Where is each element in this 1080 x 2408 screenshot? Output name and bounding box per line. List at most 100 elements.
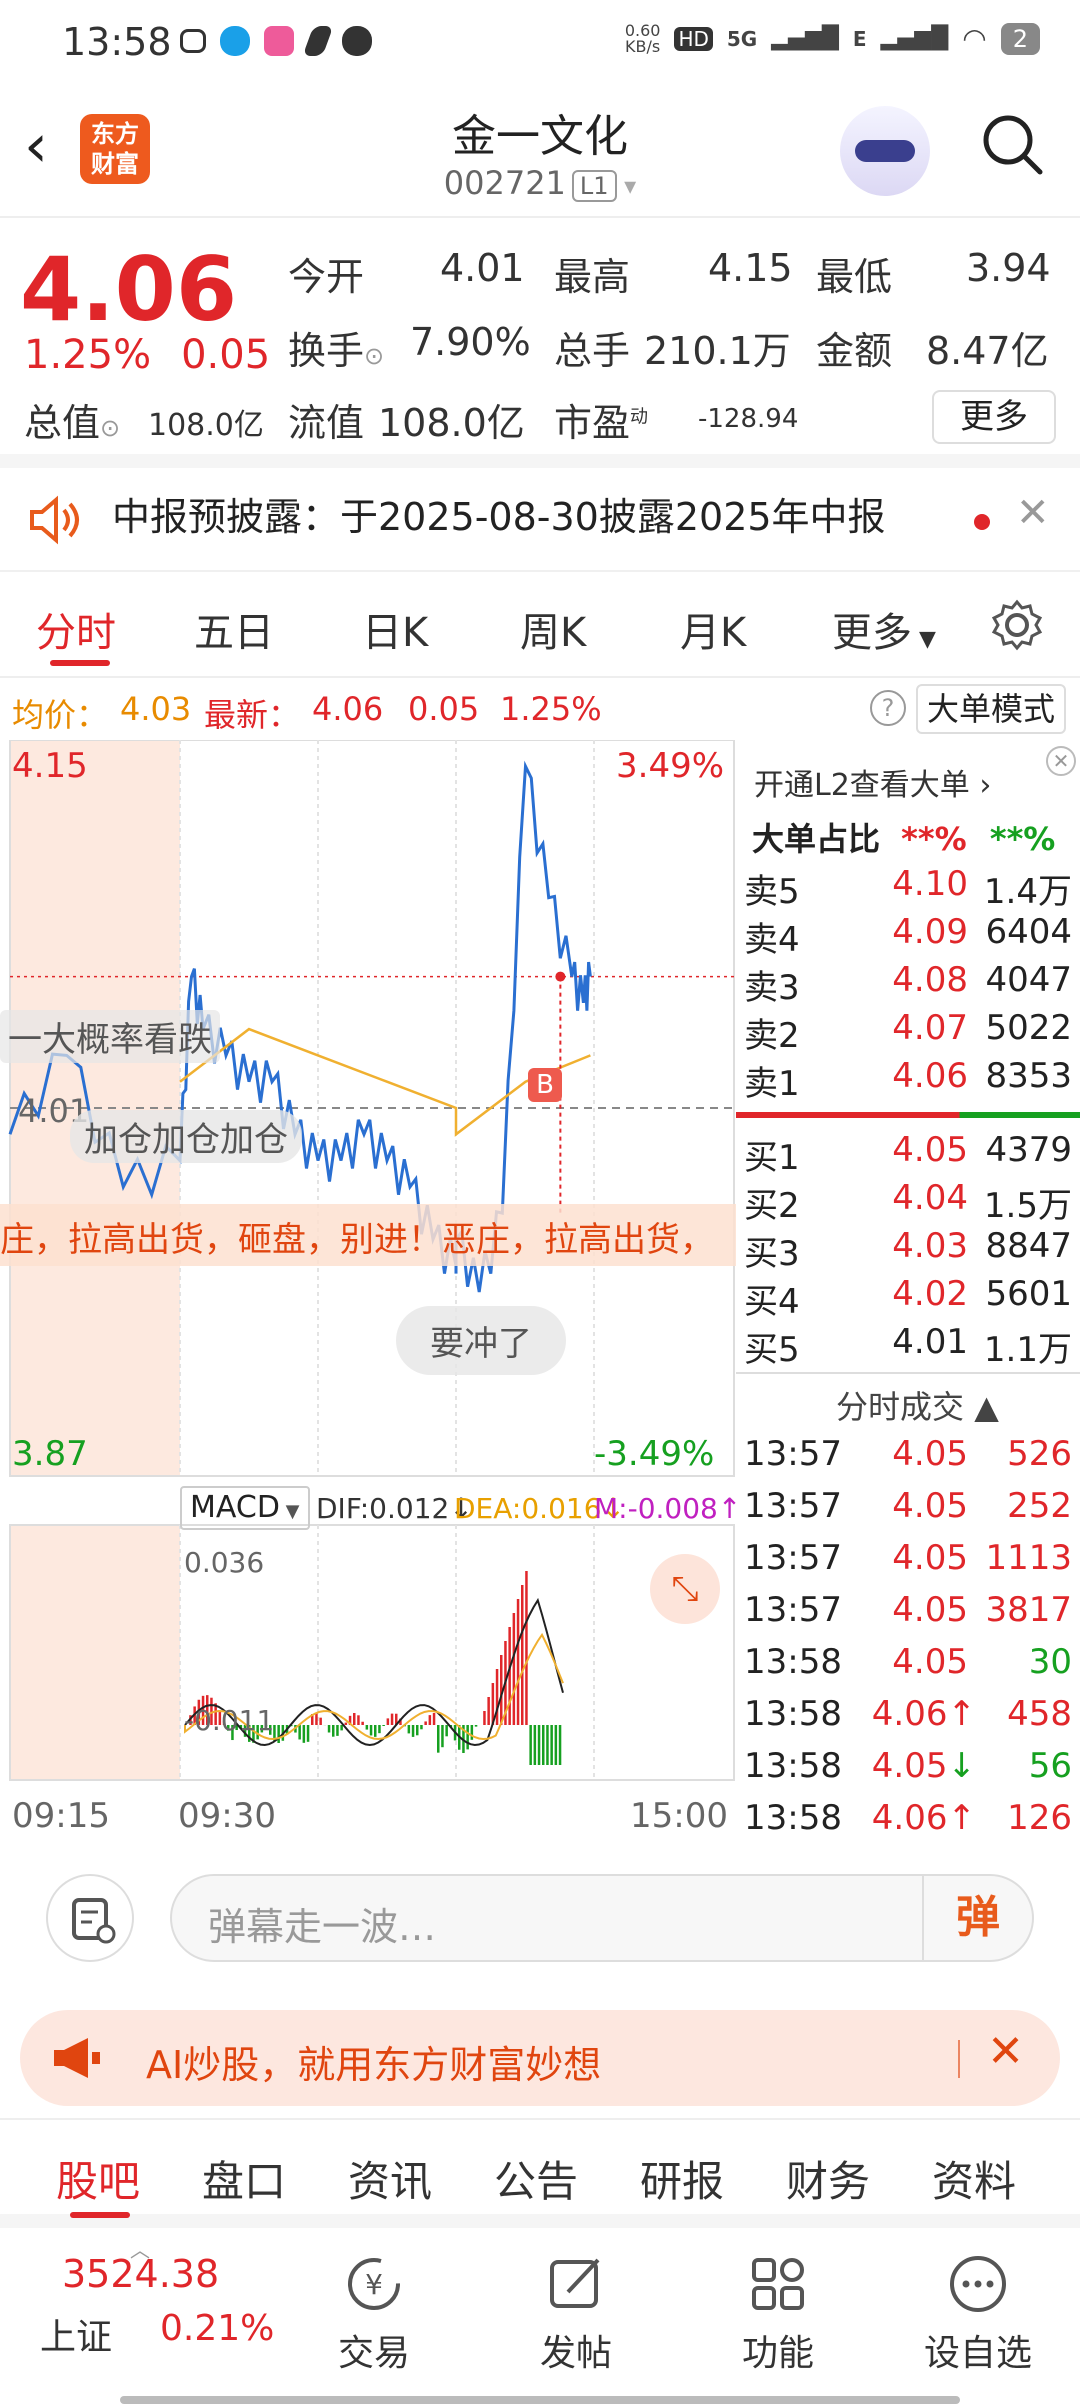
tick-row: 13:58 4.05↓ 56: [736, 1746, 1080, 1794]
tick-row: 13:57 4.05 3817: [736, 1590, 1080, 1638]
tick-qty: 3817: [985, 1590, 1072, 1630]
ticks-title[interactable]: 分时成交 ▲: [836, 1382, 999, 1428]
macd-bar: [340, 1725, 343, 1731]
grid-icon: [752, 2258, 804, 2310]
pre-market-area-macd: [10, 1525, 180, 1780]
macd-bar: [361, 1721, 364, 1725]
amount-label: 金额: [816, 329, 893, 373]
macd-bar: [344, 1722, 348, 1725]
pct-bottom-label: -3.49%: [594, 1434, 715, 1474]
tick-qty: 1113: [985, 1538, 1072, 1578]
tab-more[interactable]: 更多 ▼: [832, 600, 936, 658]
more-circle-icon: [950, 2256, 1006, 2312]
macd-bar: [521, 1585, 524, 1725]
pe-value: -128.94: [698, 404, 799, 434]
tab-pankou[interactable]: 盘口: [202, 2148, 286, 2209]
bid-price: 4.04: [892, 1178, 968, 1218]
notice-bar[interactable]: 中报预披露：于2025-08-30披露2025年中报 ✕: [0, 468, 1080, 572]
pe-label: 市盈动: [554, 401, 649, 445]
settings-icon[interactable]: [990, 598, 1044, 652]
macd-bar: [470, 1725, 474, 1740]
macd-bar: [390, 1713, 394, 1725]
nav-post[interactable]: 发帖: [506, 2244, 646, 2376]
danmaku-2: 加仓加仓加仓: [70, 1110, 302, 1163]
tab-guba[interactable]: 股吧: [56, 2148, 140, 2209]
time-end-label: 15:00: [630, 1796, 728, 1836]
help-icon[interactable]: ?: [870, 690, 906, 726]
last-label: 最新：: [204, 696, 301, 734]
time-start-label: 09:15: [12, 1796, 110, 1836]
danmaku-input[interactable]: 弹幕走一波… 弹: [170, 1874, 1034, 1962]
ask-price: 4.06: [892, 1056, 968, 1096]
macd-bar: [298, 1725, 301, 1740]
bid-price: 4.02: [892, 1274, 968, 1314]
low-label: 最低: [816, 255, 893, 299]
macd-selector[interactable]: MACD ▼: [180, 1486, 310, 1530]
intraday-chart[interactable]: 4.15 3.49% 3.87 -3.49% 4.01 一大概率看跌 加仓加仓加…: [0, 739, 741, 1852]
home-indicator[interactable]: [120, 2396, 960, 2404]
big-order-share: 大单占比 **% **%: [752, 820, 1056, 858]
search-icon[interactable]: [980, 112, 1044, 176]
macd-bar: [437, 1725, 440, 1753]
caret-down-icon: ▼: [912, 627, 936, 652]
danmaku-placeholder: 弹幕走一波…: [208, 1905, 437, 1949]
volume-label: 总手: [554, 329, 631, 373]
bid-level: 买4: [744, 1282, 800, 1322]
unread-dot: [974, 514, 990, 530]
danmaku-send-button[interactable]: 弹: [922, 1876, 1032, 1960]
nav-trade[interactable]: ¥ 交易: [304, 2244, 444, 2376]
order-book: 开通L2查看大单 › ✕ 大单占比 **% **% 卖5 4.10 1.4万 卖4 4.…: [736, 740, 1080, 1852]
tab-finance[interactable]: 财务: [786, 2148, 870, 2209]
tab-five-day[interactable]: 五日: [194, 600, 274, 658]
close-icon[interactable]: ✕: [1046, 746, 1076, 776]
tab-intraday[interactable]: 分时: [36, 600, 116, 658]
buy-marker: B: [528, 1068, 562, 1102]
macd-bar: [487, 1697, 490, 1725]
high-value: 4.15: [708, 246, 793, 290]
more-button[interactable]: 更多: [932, 390, 1056, 444]
volume-value: 210.1万: [644, 329, 791, 373]
tick-price: 4.05: [892, 1590, 968, 1630]
tick-qty: 458: [1007, 1694, 1072, 1734]
tab-research[interactable]: 研报: [640, 2148, 724, 2209]
macd-bar: [525, 1571, 528, 1725]
caret-down-icon: ▼: [279, 1501, 300, 1522]
tab-announcements[interactable]: 公告: [494, 2148, 578, 2209]
ai-assistant-avatar[interactable]: [840, 106, 930, 196]
macd-bar: [483, 1711, 486, 1725]
tab-profile[interactable]: 资料: [932, 2148, 1016, 2209]
big-order-mode-button[interactable]: 大单模式: [916, 684, 1066, 734]
ask-level: 卖2: [744, 1016, 800, 1056]
chart-tabs: 分时 五日 日K 周K 月K 更多 ▼: [0, 572, 1080, 678]
ask-qty: 1.4万: [983, 872, 1072, 912]
tab-monthly-k[interactable]: 月K: [680, 600, 746, 658]
tab-news[interactable]: 资讯: [348, 2148, 432, 2209]
l2-promo-link[interactable]: 开通L2查看大单 ›: [754, 760, 991, 804]
tick-row: 13:57 4.05 1113: [736, 1538, 1080, 1586]
nav-watchlist[interactable]: 设自选: [908, 2244, 1048, 2376]
tick-price: 4.05: [892, 1486, 968, 1526]
macd-bar: [495, 1669, 499, 1725]
nav-functions[interactable]: 功能: [708, 2244, 848, 2376]
tab-weekly-k[interactable]: 周K: [520, 600, 586, 658]
tab-daily-k[interactable]: 日K: [362, 600, 428, 658]
macd-bar: [353, 1713, 356, 1725]
tick-qty: 526: [1007, 1434, 1072, 1474]
ask-level: 卖1: [744, 1064, 800, 1104]
macd-bar: [558, 1725, 562, 1765]
index-value[interactable]: 3524.38: [62, 2252, 219, 2296]
close-icon[interactable]: ✕: [1016, 490, 1050, 536]
close-icon[interactable]: ✕: [987, 2026, 1024, 2077]
tick-time: 13:57: [744, 1590, 842, 1630]
danmaku-settings-icon[interactable]: [46, 1874, 134, 1962]
bottom-nav: ︿ 3524.38 上证 0.21% ¥ 交易 发帖 功能 设自选: [0, 2234, 1080, 2408]
macd-bar: [546, 1725, 549, 1765]
last-pct: 1.25%: [500, 690, 602, 728]
low-value: 3.94: [966, 246, 1051, 290]
time-open-label: 09:30: [178, 1796, 276, 1836]
expand-icon[interactable]: ⤡: [650, 1554, 720, 1624]
ai-banner[interactable]: AI炒股，就用东方财富妙想 ✕: [20, 2010, 1060, 2106]
macd-bar: [474, 1725, 478, 1727]
macd-bar: [319, 1717, 322, 1725]
open-value: 4.01: [440, 246, 525, 290]
